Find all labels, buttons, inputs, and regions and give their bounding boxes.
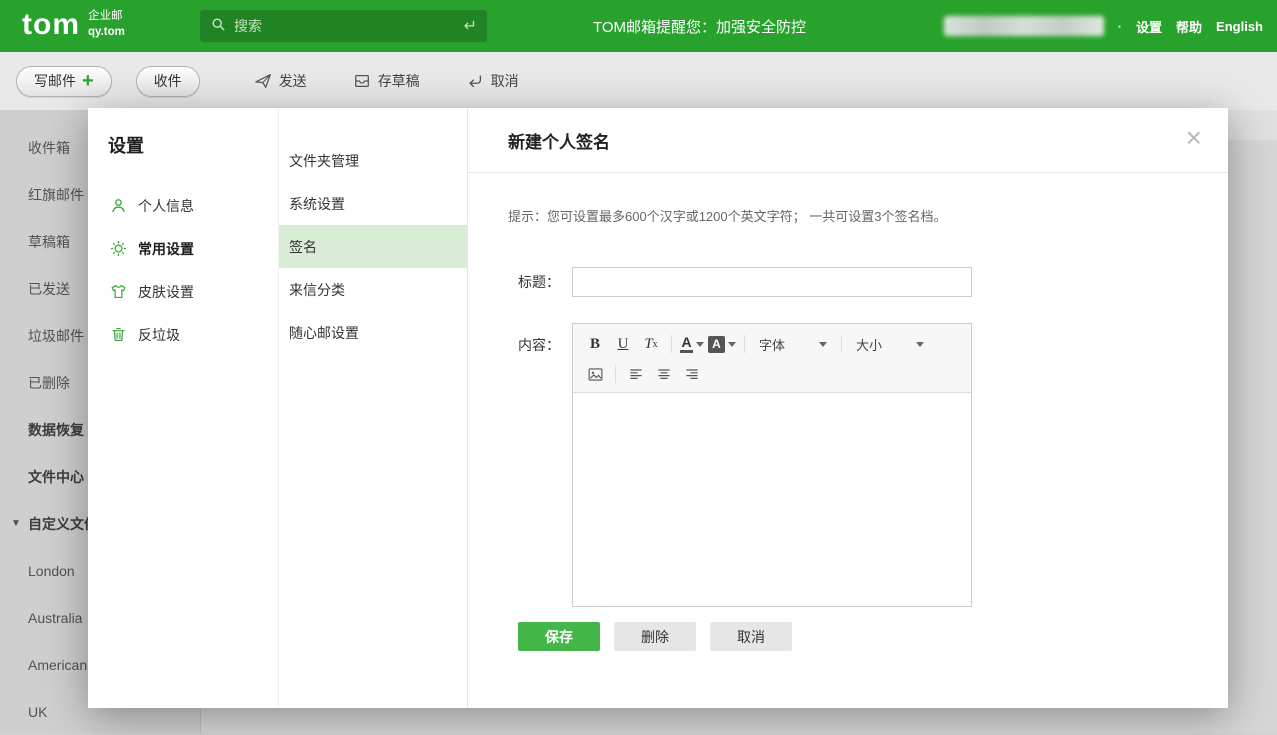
submenu-item-suixin-mail[interactable]: 随心邮设置 (279, 311, 467, 354)
send-label: 发送 (279, 71, 307, 91)
submenu-item-folder-management[interactable]: 文件夹管理 (279, 139, 467, 182)
content-field-row: 内容： B U Tx A A (518, 323, 1228, 607)
save-draft-icon (353, 72, 371, 90)
signature-title-input[interactable] (572, 267, 972, 297)
align-right-button[interactable] (680, 362, 704, 386)
mail-toolbar: 写邮件 + 收件 发送 存草稿 取消 (0, 52, 1277, 110)
menu-item-skin-settings[interactable]: 皮肤设置 (88, 270, 278, 313)
logo-text: tom (22, 7, 80, 43)
receive-label: 收件 (154, 71, 182, 91)
menu-item-common-settings[interactable]: 常用设置 (88, 227, 278, 270)
rich-text-editor: B U Tx A A 字体 (572, 323, 972, 607)
trash-icon (110, 326, 127, 343)
font-color-button[interactable]: A (680, 332, 704, 356)
close-icon[interactable]: × (1186, 124, 1202, 152)
align-left-button[interactable] (624, 362, 648, 386)
caret-down-icon (916, 342, 924, 347)
search-box[interactable]: ↵ (200, 10, 487, 42)
send-icon (254, 72, 272, 90)
insert-image-button[interactable] (583, 362, 607, 386)
title-field-label: 标题： (518, 272, 572, 292)
panel-header: 新建个人签名 (468, 108, 1228, 173)
brand-line2: qy.tom (88, 25, 125, 41)
signature-content-area[interactable] (573, 393, 971, 606)
font-size-select[interactable]: 大小 (852, 332, 928, 356)
top-header: tom 企业邮 qy.tom ↵ TOM邮箱提醒您：加强安全防控 · 设置 帮助… (0, 0, 1277, 52)
nav-separator: · (1118, 19, 1122, 34)
bold-button[interactable]: B (583, 332, 607, 356)
cancel-signature-button[interactable]: 取消 (710, 622, 792, 651)
caret-down-icon (696, 342, 704, 347)
save-draft-button[interactable]: 存草稿 (353, 71, 420, 91)
menu-item-antispam[interactable]: 反垃圾 (88, 313, 278, 356)
account-email-redacted[interactable] (944, 16, 1104, 36)
action-buttons: 保存 删除 取消 (518, 622, 1228, 651)
save-signature-button[interactable]: 保存 (518, 622, 600, 651)
caret-down-icon (819, 342, 827, 347)
nav-help-link[interactable]: 帮助 (1176, 17, 1202, 36)
settings-submenu: 文件夹管理 系统设置 签名 来信分类 随心邮设置 (278, 108, 467, 708)
settings-title: 设置 (108, 132, 278, 158)
content-field-label: 内容： (518, 323, 572, 355)
cancel-icon (466, 72, 484, 90)
chevron-down-icon: ▼ (11, 518, 21, 529)
header-nav: · 设置 帮助 English (944, 0, 1263, 52)
brand-lines: 企业邮 qy.tom (88, 9, 125, 40)
send-button[interactable]: 发送 (254, 71, 307, 91)
search-icon (210, 16, 226, 37)
save-draft-label: 存草稿 (378, 71, 420, 91)
highlight-color-button[interactable]: A (708, 332, 736, 356)
caret-down-icon (728, 342, 736, 347)
delete-signature-button[interactable]: 删除 (614, 622, 696, 651)
signature-panel: 新建个人签名 × 提示：您可设置最多600个汉字或1200个英文字符； 一共可设… (467, 108, 1228, 708)
brand-logo[interactable]: tom 企业邮 qy.tom (22, 7, 125, 43)
receive-button[interactable]: 收件 (136, 66, 200, 97)
cancel-label: 取消 (491, 71, 519, 91)
underline-button[interactable]: U (611, 332, 635, 356)
clear-format-button[interactable]: Tx (639, 332, 663, 356)
compose-label: 写邮件 (34, 71, 76, 91)
compose-button[interactable]: 写邮件 + (16, 66, 112, 97)
menu-item-personal-info[interactable]: 个人信息 (88, 184, 278, 227)
tshirt-icon (110, 283, 127, 300)
toolbar-separator (744, 335, 745, 353)
enter-key-icon: ↵ (464, 16, 477, 36)
submenu-item-system-settings[interactable]: 系统设置 (279, 182, 467, 225)
plus-icon: + (82, 71, 94, 91)
user-icon (110, 197, 127, 214)
security-notice: TOM邮箱提醒您：加强安全防控 (593, 0, 806, 52)
search-input[interactable] (234, 18, 464, 34)
brand-line1: 企业邮 (88, 9, 125, 25)
settings-menu: 设置 个人信息 常用设置 皮肤设置 反垃圾 (88, 108, 278, 708)
panel-title: 新建个人签名 (508, 128, 610, 153)
cancel-button[interactable]: 取消 (466, 71, 519, 91)
toolbar-separator (615, 365, 616, 383)
editor-toolbar: B U Tx A A 字体 (573, 324, 971, 393)
settings-modal: 设置 个人信息 常用设置 皮肤设置 反垃圾 文件夹管理 (88, 108, 1228, 708)
submenu-item-signature[interactable]: 签名 (279, 225, 467, 268)
title-field-row: 标题： (518, 267, 1228, 297)
align-center-button[interactable] (652, 362, 676, 386)
toolbar-separator (841, 335, 842, 353)
nav-language-link[interactable]: English (1216, 19, 1263, 34)
font-family-select[interactable]: 字体 (755, 332, 831, 356)
gear-icon (110, 240, 127, 257)
toolbar-separator (671, 335, 672, 353)
nav-settings-link[interactable]: 设置 (1136, 17, 1162, 36)
submenu-item-mail-classification[interactable]: 来信分类 (279, 268, 467, 311)
signature-tip: 提示：您可设置最多600个汉字或1200个英文字符； 一共可设置3个签名档。 (508, 206, 1228, 225)
